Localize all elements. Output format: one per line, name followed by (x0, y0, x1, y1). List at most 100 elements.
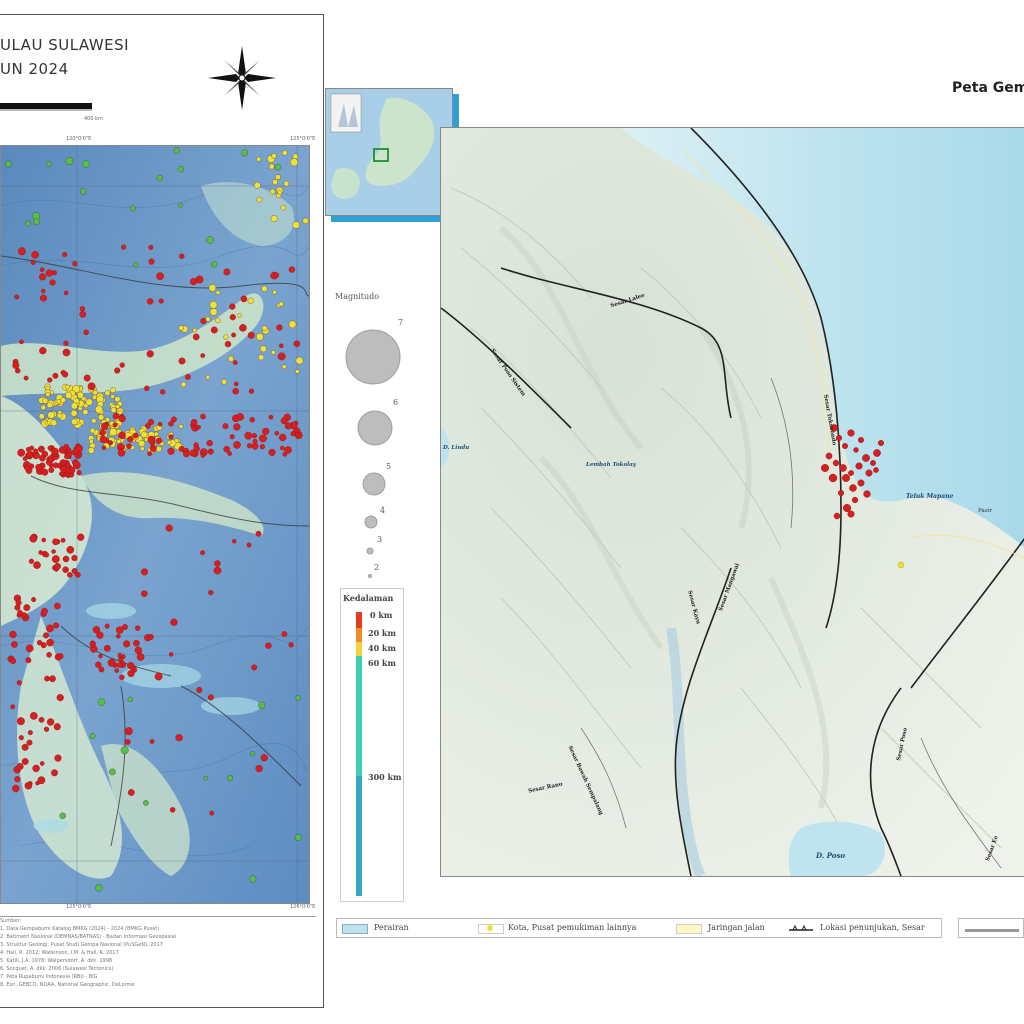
epicenter-marker (148, 244, 154, 250)
epicenter-marker (147, 451, 153, 457)
depth-label-20: 20 km (368, 628, 396, 638)
epicenter-marker (279, 433, 287, 442)
epicenter-marker (39, 273, 47, 281)
epicenter-marker (116, 439, 122, 444)
epicenter-marker (101, 445, 107, 450)
epicenter-marker (46, 718, 55, 726)
magnitude-label-2: 2 (374, 563, 380, 572)
epicenter-marker (89, 641, 96, 648)
epicenter-marker (52, 538, 59, 546)
epicenter-marker (107, 440, 113, 446)
epicenter-marker (119, 674, 125, 680)
epicenter-marker (56, 412, 63, 419)
epicenter-marker (49, 675, 56, 683)
epicenter-marker (119, 362, 125, 368)
epicenter-marker (39, 267, 45, 273)
epicenter-marker (26, 451, 33, 459)
epicenter-marker (63, 340, 69, 346)
epicenter-marker (14, 367, 21, 374)
epicenter-marker (292, 153, 299, 160)
epicenter-marker (280, 445, 285, 451)
epicenter-marker (41, 607, 48, 615)
depth-bar-shallow (356, 612, 362, 628)
epicenter-marker (878, 440, 884, 446)
epicenter-marker (200, 550, 206, 556)
epicenter-marker (117, 449, 126, 457)
footer-line: 1. Data Gempabumi Katalog BMKG (2024) - … (0, 926, 160, 932)
epicenter-marker (62, 566, 69, 573)
epicenter-marker (31, 251, 39, 259)
epicenter-marker (71, 554, 78, 562)
epicenter-marker (66, 545, 75, 554)
epicenter-marker (221, 378, 227, 385)
depth-legend-title: Kedalaman (343, 593, 394, 603)
epicenter-marker (136, 653, 145, 661)
epicenter-marker (154, 672, 163, 681)
epicenter-marker (148, 634, 154, 640)
epicenter-marker (88, 447, 95, 454)
label-danau-lindu: D. Lindu (443, 445, 470, 451)
epicenter-marker (117, 409, 123, 415)
epicenter-marker (26, 739, 33, 746)
epicenter-marker (255, 764, 263, 773)
epicenter-marker (47, 377, 53, 383)
epicenter-marker (177, 165, 184, 173)
epicenter-marker (95, 884, 103, 892)
epicenter-marker (268, 448, 276, 456)
epicenter-marker (180, 381, 187, 388)
scale-label: 400 km (84, 116, 103, 122)
epicenter-marker (268, 163, 275, 170)
epicenter-marker (292, 221, 300, 229)
epicenter-marker (48, 467, 55, 473)
epicenter-marker (205, 316, 211, 322)
epicenter-marker (110, 407, 117, 413)
epicenter-marker (39, 454, 46, 462)
epicenter-marker (261, 325, 268, 332)
epicenter-marker (258, 354, 265, 361)
epicenter-marker (183, 450, 190, 458)
epicenter-marker (16, 680, 22, 686)
epicenter-marker (80, 188, 87, 195)
epicenter-marker (40, 288, 46, 294)
epicenter-marker (233, 423, 241, 431)
epicenter-marker (120, 746, 129, 755)
epicenter-marker (248, 388, 255, 394)
epicenter-marker (46, 652, 52, 658)
epicenter-marker (272, 179, 278, 185)
right-map-svg (441, 128, 1024, 876)
epicenter-marker (178, 325, 185, 331)
epicenter-marker (278, 301, 284, 307)
epicenter-marker (28, 558, 34, 564)
epicenter-marker (290, 158, 299, 167)
sulawesi-earthquake-map[interactable] (0, 145, 310, 904)
epicenter-marker (107, 658, 116, 667)
epicenter-marker (839, 464, 847, 472)
lake-poso (788, 821, 885, 876)
epicenter-marker (175, 734, 183, 742)
city-marker (897, 561, 905, 569)
epicenter-marker (147, 418, 155, 426)
epicenter-marker (825, 452, 833, 460)
footer-line: 2. Batimetri Nasional (DEMNAS/BATNAS) - … (0, 934, 177, 940)
inset-locator-map[interactable] (325, 88, 453, 216)
epicenter-marker (143, 800, 149, 806)
epicenter-marker (165, 524, 173, 532)
legend-swatch-jaringan (676, 924, 702, 934)
epicenter-marker (133, 639, 140, 647)
epicenter-marker (31, 597, 37, 603)
epicenter-marker (12, 784, 20, 793)
epicenter-marker (56, 399, 62, 404)
epicenter-marker (118, 656, 124, 663)
epicenter-marker (71, 418, 78, 425)
label-lembah: Lembah Tokolay (586, 462, 636, 468)
epicenter-marker (842, 474, 850, 482)
left-map-title-line2: UN 2024 (0, 60, 69, 78)
epicenter-marker (288, 642, 294, 648)
poso-detail-map[interactable] (440, 127, 1024, 877)
epicenter-marker (281, 364, 287, 370)
epicenter-marker (39, 347, 47, 355)
epicenter-marker (89, 733, 96, 739)
epicenter-marker (256, 196, 263, 203)
epicenter-marker (23, 604, 31, 611)
right-scale-box (958, 918, 1024, 938)
